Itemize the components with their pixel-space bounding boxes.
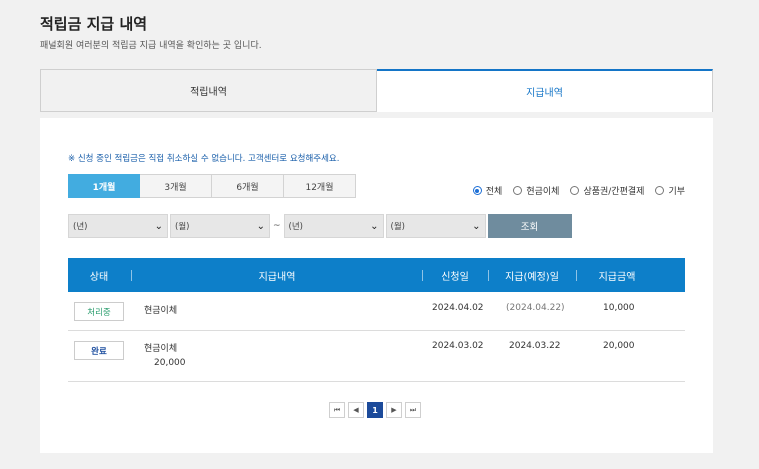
chevron-down-icon: ⌄ (154, 220, 163, 232)
table-header: 상태 지급내역 신청일 지급(예정)일 지급금액 (68, 258, 685, 292)
tab-payment-history[interactable]: 지급내역 (377, 69, 713, 112)
select-value: (월) (175, 222, 190, 232)
notice-text: ※ 신청 중인 적립금은 직접 취소하실 수 없습니다. 고객센터로 요청해주세… (68, 154, 340, 164)
payment-date: 2024.03.22 (509, 341, 561, 351)
payment-amount: 10,000 (603, 303, 635, 313)
start-year-select[interactable]: (년) ⌄ (68, 214, 168, 238)
col-header-description: 지급내역 (258, 271, 296, 283)
chevron-down-icon: ⌄ (256, 220, 265, 232)
start-month-select[interactable]: (월) ⌄ (170, 214, 270, 238)
select-value: (년) (288, 222, 303, 232)
end-year-select[interactable]: (년) ⌄ (283, 214, 384, 238)
status-badge[interactable]: 완료 (74, 341, 124, 360)
table-row: 처리중 현금이체 2024.04.02 (2024.04.22) 10,000 (68, 292, 685, 331)
tab-bar: 적립내역 지급내역 (40, 69, 713, 112)
prev-page-icon[interactable]: ◀ (348, 402, 364, 418)
radio-checked-icon (472, 186, 482, 195)
period-12-month-button[interactable]: 12개월 (284, 174, 356, 198)
radio-unchecked-icon (570, 186, 580, 195)
range-separator: ~ (273, 221, 281, 231)
radio-label: 상품권/간편결제 (583, 187, 645, 197)
col-header-payment-date: 지급(예정)일 (505, 271, 559, 283)
page-number-current[interactable]: 1 (367, 402, 383, 418)
payment-table: 상태 지급내역 신청일 지급(예정)일 지급금액 처리중 현금이체 2024.0… (68, 258, 685, 382)
last-page-icon[interactable]: ⏭ (405, 402, 421, 418)
period-1-month-button[interactable]: 1개월 (68, 174, 140, 198)
payment-date: (2024.04.22) (506, 303, 565, 313)
table-row: 완료 현금이체 20,000 2024.03.02 2024.03.22 20,… (68, 331, 685, 382)
radio-unchecked-icon (655, 186, 665, 195)
applied-date: 2024.03.02 (432, 341, 484, 351)
payment-description: 현금이체 (144, 306, 178, 316)
col-header-applied-date: 신청일 (441, 271, 469, 283)
radio-donation[interactable]: 기부 (655, 184, 685, 197)
next-page-icon[interactable]: ▶ (386, 402, 402, 418)
radio-unchecked-icon (513, 186, 523, 195)
content-panel: ※ 신청 중인 적립금은 직접 취소하실 수 없습니다. 고객센터로 요청해주세… (40, 118, 713, 453)
period-6-month-button[interactable]: 6개월 (212, 174, 284, 198)
page-subtitle: 패널회원 여러분의 적립금 지급 내역을 확인하는 곳 입니다. (40, 41, 262, 51)
chevron-down-icon: ⌄ (472, 220, 481, 232)
radio-label: 기부 (668, 187, 685, 197)
search-button[interactable]: 조회 (487, 214, 572, 238)
col-header-amount: 지급금액 (598, 271, 636, 283)
radio-cash-transfer[interactable]: 현금이체 (513, 184, 559, 197)
pagination: ⏮ ◀ 1 ▶ ⏭ (329, 402, 421, 418)
payment-type-radio-group: 전체 현금이체 상품권/간편결제 기부 (472, 184, 685, 197)
radio-all[interactable]: 전체 (472, 184, 503, 197)
payment-amount: 20,000 (603, 341, 635, 351)
chevron-down-icon: ⌄ (370, 220, 379, 232)
first-page-icon[interactable]: ⏮ (329, 402, 345, 418)
page-title: 적립금 지급 내역 (40, 15, 148, 33)
period-3-month-button[interactable]: 3개월 (140, 174, 212, 198)
radio-label: 현금이체 (526, 187, 560, 197)
payment-description-detail: 20,000 (154, 358, 186, 368)
period-selector: 1개월 3개월 6개월 12개월 (68, 174, 356, 198)
tab-earned-history[interactable]: 적립내역 (40, 69, 377, 112)
radio-label: 전체 (485, 187, 503, 197)
select-value: (월) (390, 222, 405, 232)
payment-description: 현금이체 (144, 344, 178, 354)
col-header-status: 상태 (89, 271, 109, 283)
applied-date: 2024.04.02 (432, 303, 484, 313)
select-value: (년) (73, 222, 88, 232)
status-badge[interactable]: 처리중 (74, 302, 124, 321)
date-filter: (년) ⌄ (월) ⌄ ~ (년) ⌄ (월) ⌄ 조회 (68, 214, 572, 238)
end-month-select[interactable]: (월) ⌄ (385, 214, 486, 238)
radio-gift-card[interactable]: 상품권/간편결제 (570, 184, 644, 197)
